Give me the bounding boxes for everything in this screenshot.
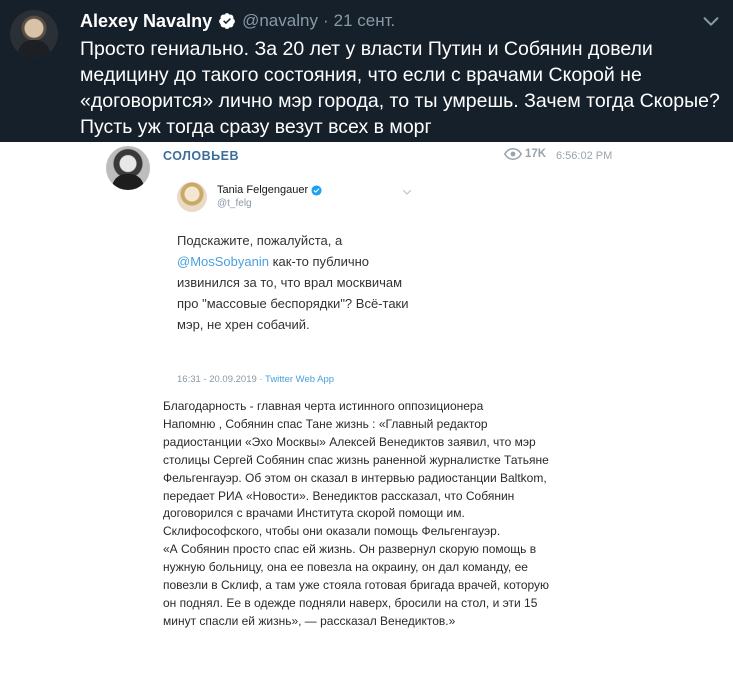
views-counter: 17K (504, 148, 546, 160)
embedded-text-before: Подскажите, пожалуйста, а (177, 233, 343, 248)
header-separator: · (322, 11, 329, 30)
mention-link: @MosSobyanin (177, 254, 269, 269)
post-body: Благодарность - главная черта истинного … (163, 398, 553, 631)
verified-badge-icon (311, 184, 322, 196)
post-time: 6:56:02 PM (556, 150, 613, 162)
embedded-handle: @t_felg (217, 198, 252, 209)
author-handle[interactable]: @navalny (242, 11, 318, 31)
embedded-author-name: Tania Felgengauer (217, 184, 309, 196)
views-count: 17K (525, 148, 547, 160)
post-paragraph: «А Собянин просто спас ей жизнь. Он разв… (163, 542, 550, 628)
tweet-text: Просто гениально. За 20 лет у власти Пут… (80, 38, 720, 138)
navalny-tweet: Alexey Navalny @navalny · 21 сент. Прост… (0, 0, 733, 142)
embedded-author: Tania Felgengauer (217, 184, 322, 196)
post-paragraph: Благодарность - главная черта истинного … (163, 399, 484, 413)
embedded-tweet-text: Подскажите, пожалуйста, а @MosSobyanin к… (177, 230, 417, 335)
embedded-tweet-meta: 16:31 - 20.09.2019 · Twitter Web App (177, 374, 334, 385)
embedded-app: Twitter Web App (265, 374, 335, 385)
tweet-date[interactable]: 21 сент. (334, 11, 396, 31)
chevron-down-icon (403, 190, 411, 195)
channel-avatar (106, 146, 150, 190)
embedded-timestamp: 16:31 - 20.09.2019 · (177, 374, 266, 385)
author-avatar[interactable] (10, 10, 58, 58)
channel-name: СОЛОВЬЕВ (163, 149, 239, 163)
chevron-down-icon[interactable] (700, 10, 722, 32)
tweet-header: Alexey Navalny @navalny · 21 сент. (80, 8, 395, 34)
eye-icon (504, 148, 522, 160)
post-paragraph: Напомню , Собянин спас Тане жизнь : «Гла… (163, 416, 549, 539)
embedded-tweet: Tania Felgengauer @t_felg Подскажите, по… (163, 172, 423, 392)
telegram-post-screenshot: СОЛОВЬЕВ 17K 6:56:02 PM Tania Felgengaue… (0, 142, 733, 685)
embedded-avatar (177, 182, 207, 212)
author-name[interactable]: Alexey Navalny (80, 11, 212, 32)
verified-badge-icon (219, 13, 235, 29)
